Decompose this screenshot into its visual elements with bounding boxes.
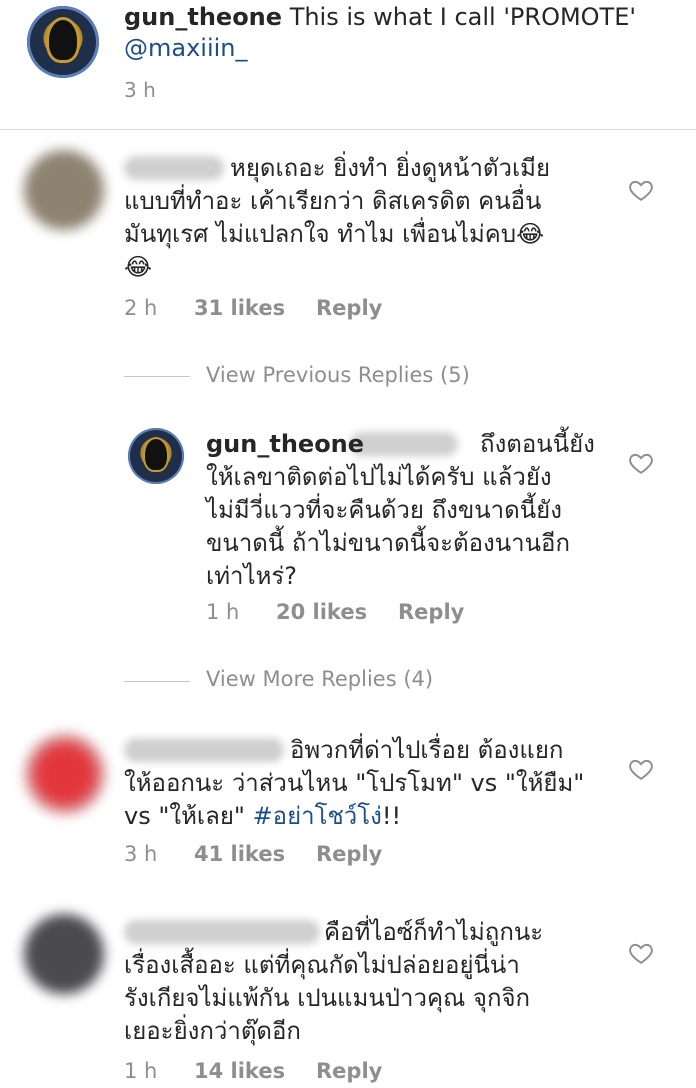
post-author-username[interactable]: gun_theone: [124, 3, 282, 31]
reply-meta: 1 h 20 likes Reply: [206, 600, 464, 624]
reply-author-avatar[interactable]: [128, 428, 184, 484]
comment-text: คือที่ไอซ์ก็ทำไม่ถูกนะ เรื่องเสื้ออะ แต่…: [124, 916, 624, 1048]
comment-likes[interactable]: 41 likes: [194, 842, 316, 866]
comment-line: เยอะยิ่งกว่าตุ๊ดอีก: [124, 1017, 301, 1045]
comment-line: แบบที่ทำอะ เค้าเรียกว่า ดิสเครดิต คนอื่น: [124, 187, 542, 215]
reply-reply-button[interactable]: Reply: [398, 600, 464, 624]
comment-time: 2 h: [124, 296, 158, 320]
reply-line: เท่าไหร่?: [206, 562, 298, 590]
comment-line: 😂: [124, 253, 153, 281]
reply-line: ไม่มีวี่แววที่จะคืนด้วย ถึงขนาดนี้ยัง: [206, 496, 562, 524]
comment-line: คือที่ไอซ์ก็ทำไม่ถูกนะ: [324, 918, 544, 946]
comment-avatar[interactable]: [24, 150, 104, 230]
reply-line: ขนาดนี้ ถ้าไม่ขนาดนี้จะต้องนานอีก: [206, 529, 570, 557]
comment-line: หยุดเถอะ ยิ่งทำ ยิ่งดูหน้าตัวเมีย: [230, 154, 551, 182]
post-caption-text: This is what I call 'PROMOTE': [289, 3, 636, 31]
reply-line: ให้เลขาติดต่อไปไม่ได้ครับ แล้วยัง: [206, 463, 552, 491]
comment-meta: 2 h 31 likes Reply: [124, 296, 382, 320]
comment-line: เรื่องเสื้ออะ แต่ที่คุณกัดไม่ปล่อยอยู่นี…: [124, 951, 520, 979]
comment-time: 1 h: [124, 1059, 158, 1083]
comment-reply-button[interactable]: Reply: [316, 296, 382, 320]
reply-author-username[interactable]: gun_theone: [206, 430, 364, 458]
comment-line: มันทุเรศ ไม่แปลกใจ ทำไม เพื่อนไม่คบ😂: [124, 220, 545, 248]
comment-avatar[interactable]: [24, 914, 104, 994]
post-mention-link[interactable]: @maxiiin_: [124, 34, 248, 62]
reply-line: ถึงตอนนี้ยัง: [480, 430, 595, 458]
comment-meta: 1 h 14 likes Reply: [124, 1059, 382, 1083]
view-more-replies-button[interactable]: View More Replies (4): [206, 667, 433, 691]
comment-likes[interactable]: 14 likes: [194, 1059, 316, 1083]
comment-likes[interactable]: 31 likes: [194, 296, 316, 320]
comment-avatar[interactable]: [24, 733, 106, 815]
reply-likes[interactable]: 20 likes: [276, 600, 398, 624]
comment-line-third: vs "ให้เลย" #อย่าโชว์โง่!!: [124, 800, 624, 833]
comment-reply-button[interactable]: Reply: [316, 842, 382, 866]
like-heart-icon[interactable]: [628, 756, 654, 782]
comment-line: vs "ให้เลย": [124, 802, 253, 830]
comment-meta: 3 h 41 likes Reply: [124, 842, 382, 866]
caption-divider: [0, 129, 696, 130]
reply-text: gun_theone ถึงตอนนี้ยัง ให้เลขาติดต่อไปไม…: [206, 428, 616, 593]
comment-text: หยุดเถอะ ยิ่งทำ ยิ่งดูหน้าตัวเมีย แบบที่…: [124, 152, 624, 284]
post-author-avatar[interactable]: [27, 6, 99, 78]
comment-line: ให้ออกนะ ว่าส่วนไหน "โปรโมท" vs "ให้ยืม": [124, 769, 585, 797]
reply-line-first: gun_theone ถึงตอนนี้ยัง: [206, 428, 616, 461]
replies-line: [124, 376, 190, 377]
post-caption: gun_theone This is what I call 'PROMOTE'…: [124, 2, 684, 64]
hashtag-link[interactable]: #อย่าโชว์โง่: [253, 802, 382, 830]
like-heart-icon[interactable]: [628, 940, 654, 966]
reply-time: 1 h: [206, 600, 240, 624]
comment-line: รังเกียจไม่แพ้กัน เปนแมนป่าวคุณ จุกจิก: [124, 984, 531, 1012]
avatar-hood: [145, 439, 167, 470]
comment-line: !!: [381, 802, 402, 830]
comment-text: อิพวกที่ด่าไปเรื่อย ต้องแยก ให้ออกนะ ว่า…: [124, 734, 624, 833]
comment-time: 3 h: [124, 842, 158, 866]
like-heart-icon[interactable]: [628, 450, 654, 476]
post-time: 3 h: [124, 78, 156, 102]
comment-line: อิพวกที่ด่าไปเรื่อย ต้องแยก: [290, 736, 564, 764]
comment-reply-button[interactable]: Reply: [316, 1059, 382, 1083]
avatar-hood: [49, 20, 77, 60]
replies-line: [124, 681, 190, 682]
like-heart-icon[interactable]: [628, 177, 654, 203]
view-previous-replies-button[interactable]: View Previous Replies (5): [206, 363, 470, 387]
